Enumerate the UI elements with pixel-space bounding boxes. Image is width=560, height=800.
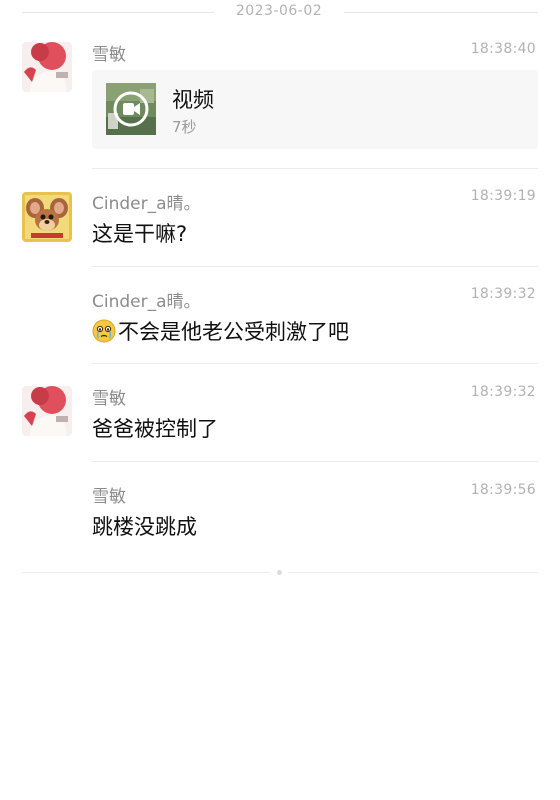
message-divider xyxy=(92,461,538,462)
avatar-cinder[interactable] xyxy=(22,192,72,242)
date-separator: 2023-06-02 xyxy=(0,0,560,26)
message-text[interactable]: 爸爸被控制了 xyxy=(92,413,218,443)
video-title: 视频 xyxy=(172,88,214,112)
date-label: 2023-06-02 xyxy=(235,3,323,19)
video-duration: 7秒 xyxy=(172,118,197,136)
end-divider-dot xyxy=(277,570,282,575)
message-time: 18:39:19 xyxy=(470,188,536,204)
crying-face-icon xyxy=(92,319,116,348)
sender-name: Cinder_a晴。 xyxy=(92,194,201,214)
video-play-icon xyxy=(106,83,156,135)
video-message-card[interactable]: 视频 7秒 xyxy=(92,70,538,149)
message-text[interactable]: 这是干嘛? xyxy=(92,218,187,248)
end-divider-right xyxy=(288,572,538,573)
message-divider xyxy=(92,363,538,364)
avatar-xuemin[interactable] xyxy=(22,42,72,92)
sender-name: 雪敏 xyxy=(92,389,126,409)
message-time: 18:39:56 xyxy=(470,482,536,498)
sender-name: 雪敏 xyxy=(92,487,126,507)
message-time: 18:38:40 xyxy=(470,41,536,57)
avatar-xuemin[interactable] xyxy=(22,386,72,436)
message-text-with-emoji[interactable]: 不会是他老公受刺激了吧 xyxy=(92,316,349,348)
date-divider-left xyxy=(22,12,214,13)
sender-name: Cinder_a晴。 xyxy=(92,292,201,312)
message-time: 18:39:32 xyxy=(470,286,536,302)
message-divider xyxy=(92,266,538,267)
end-divider-left xyxy=(22,572,270,573)
message-text[interactable]: 跳楼没跳成 xyxy=(92,511,197,541)
message-time: 18:39:32 xyxy=(470,384,536,400)
sender-name: 雪敏 xyxy=(92,45,126,65)
message-text: 不会是他老公受刺激了吧 xyxy=(118,320,349,344)
date-divider-right xyxy=(344,12,538,13)
message-divider xyxy=(92,168,538,169)
